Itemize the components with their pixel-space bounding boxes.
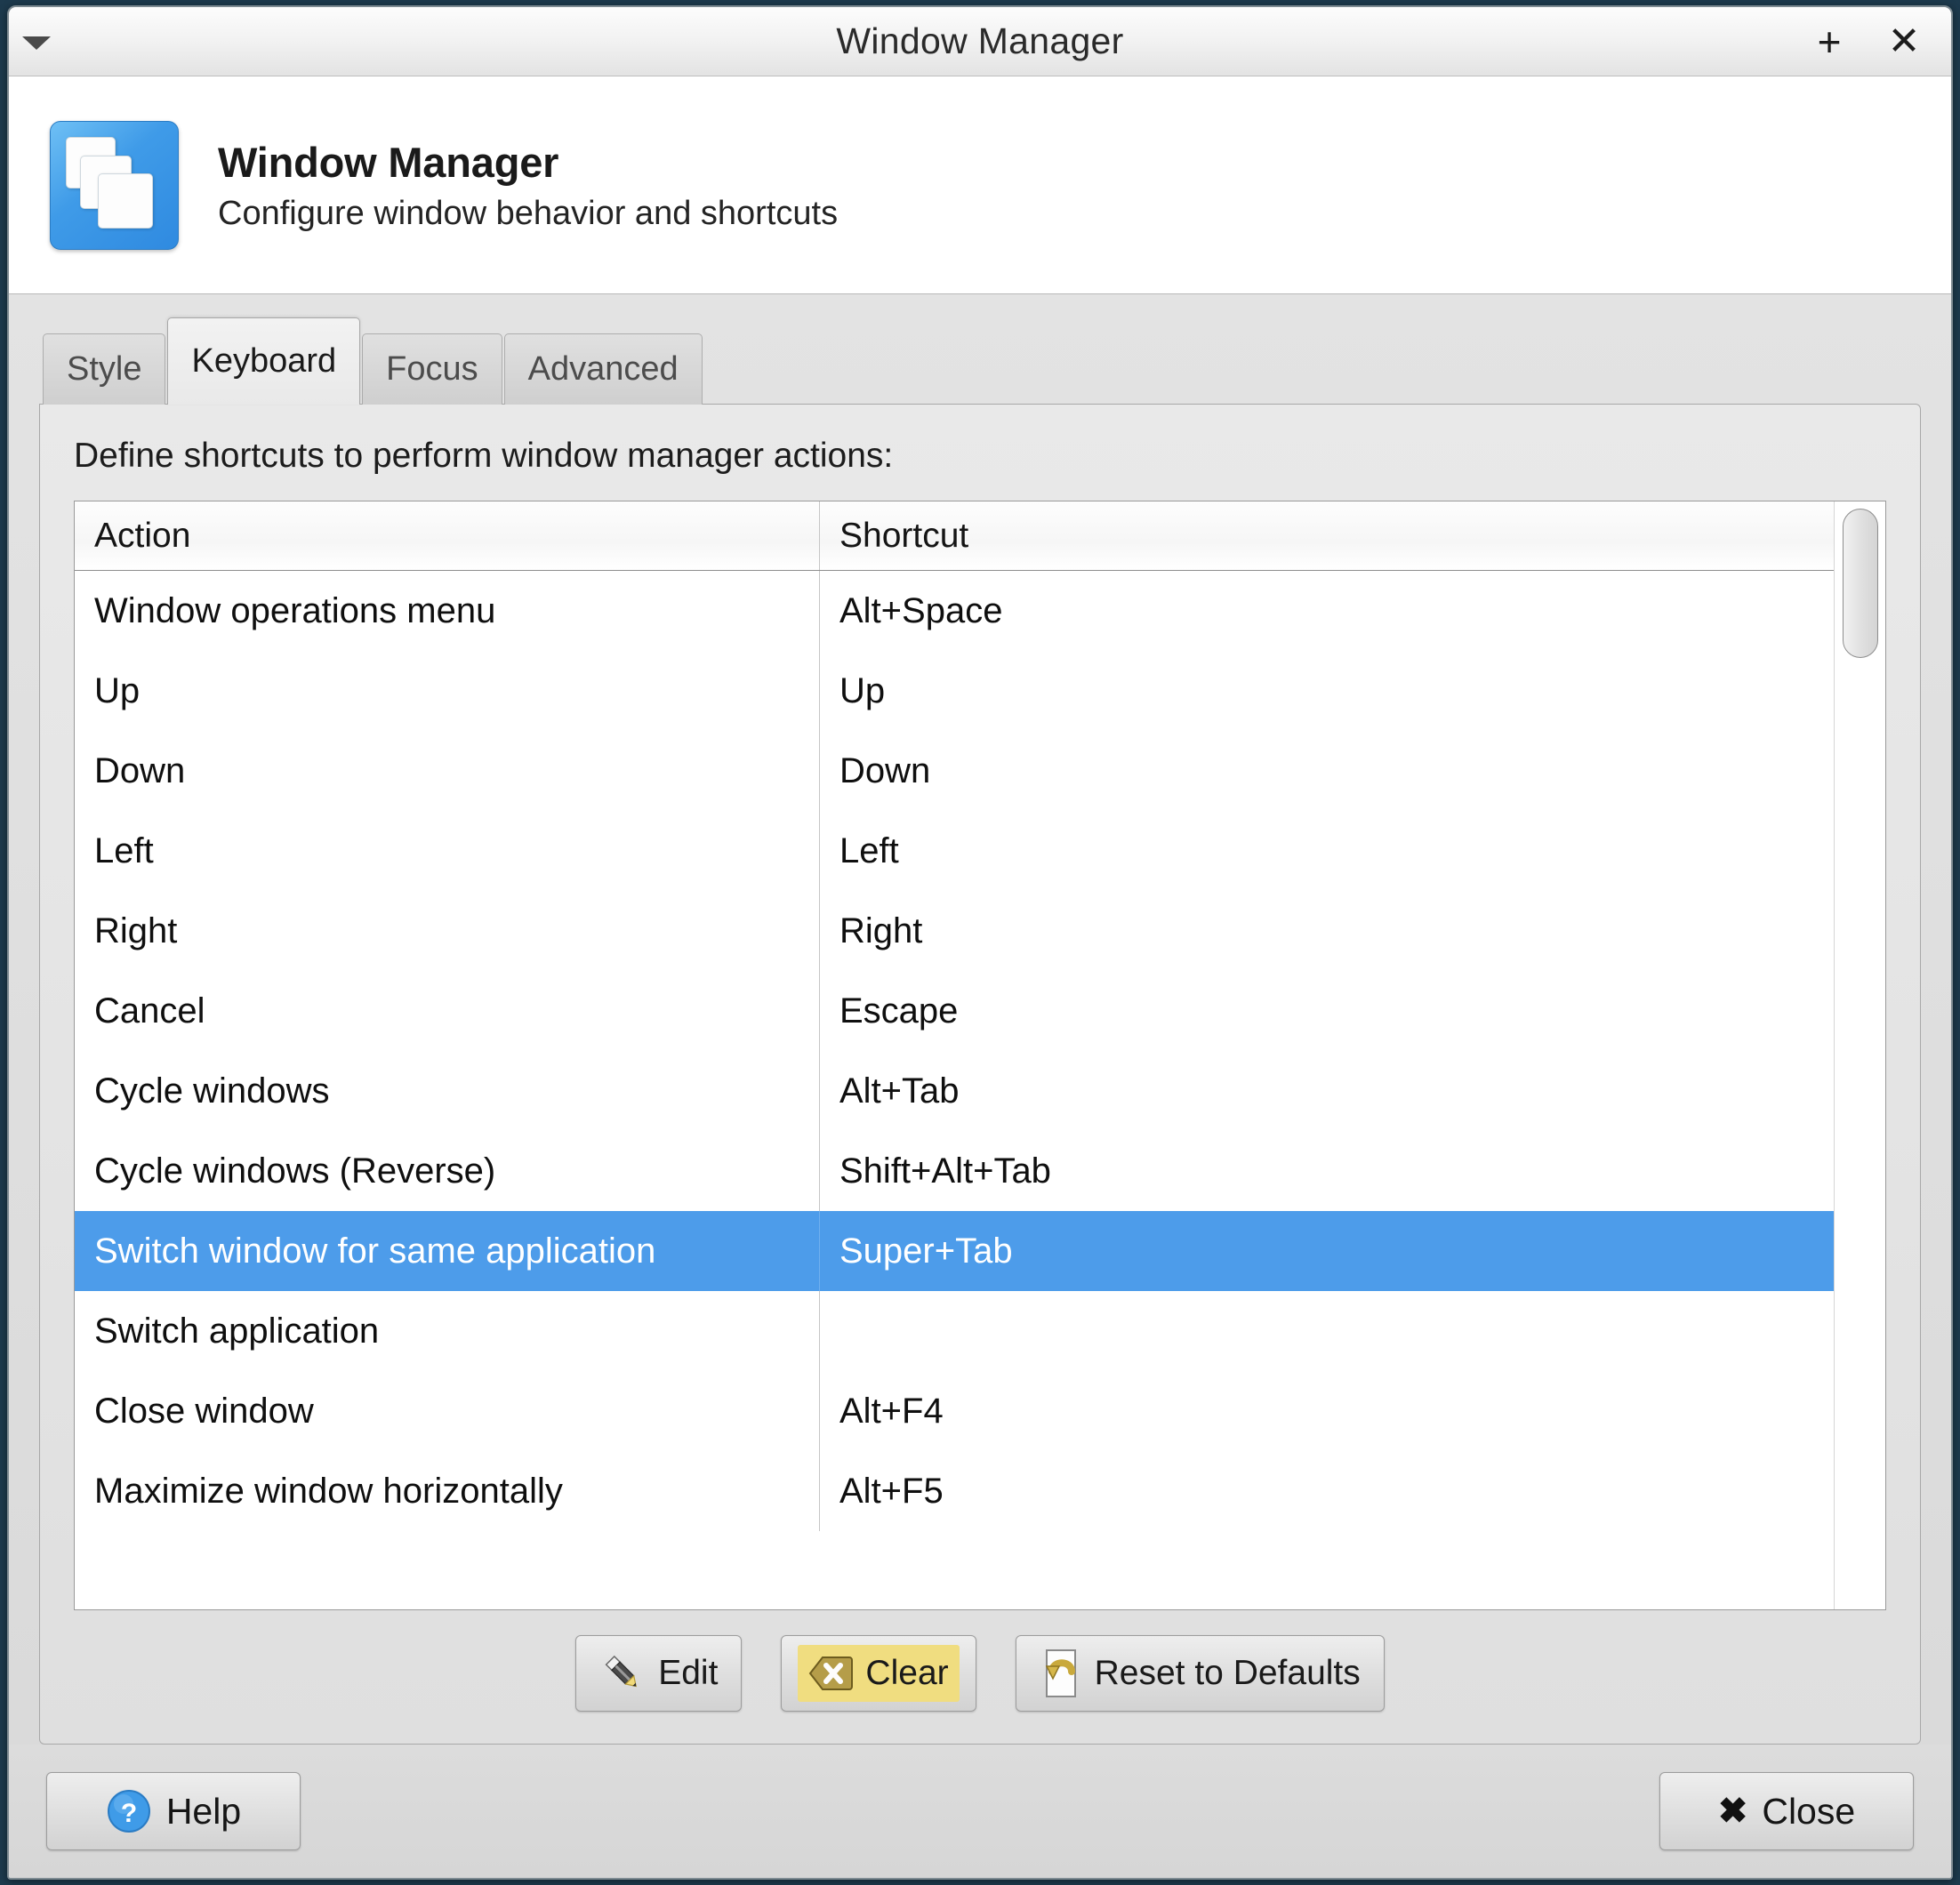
- table-scrollbar[interactable]: [1834, 501, 1885, 1609]
- page-subtitle: Configure window behavior and shortcuts: [218, 194, 839, 232]
- shortcuts-table-main: Action Shortcut Window operations menu Al…: [75, 501, 1834, 1609]
- page-title: Window Manager: [218, 138, 559, 186]
- clear-button-focus-highlight: Clear: [798, 1645, 960, 1702]
- clear-button[interactable]: Clear: [781, 1635, 976, 1712]
- table-scrollbar-thumb[interactable]: [1843, 509, 1878, 658]
- table-cell-shortcut: Left: [839, 830, 899, 870]
- table-row[interactable]: Maximize window horizontally Alt+F5: [75, 1451, 1834, 1531]
- table-cell-action: Switch window for same application: [75, 1211, 820, 1291]
- table-cell-action: Maximize window horizontally: [75, 1451, 820, 1531]
- table-cell-shortcut: Super+Tab: [839, 1231, 1013, 1271]
- clear-button-label: Clear: [865, 1654, 949, 1692]
- window-icon-layer-front: [98, 172, 153, 229]
- table-cell-action: Down: [75, 731, 820, 811]
- table-row[interactable]: Left Left: [75, 811, 1834, 891]
- table-cell-shortcut: Down: [839, 750, 931, 790]
- table-header-row: Action Shortcut: [75, 501, 1834, 571]
- help-button-label: Help: [165, 1790, 242, 1832]
- tab-style[interactable]: Style: [43, 333, 166, 405]
- table-row[interactable]: Down Down: [75, 731, 1834, 811]
- tab-advanced[interactable]: Advanced: [503, 333, 703, 405]
- tabstrip: Style Keyboard Focus Advanced: [39, 317, 1921, 405]
- close-x-icon: ✖: [1717, 1792, 1748, 1831]
- table-cell-shortcut: Alt+Tab: [839, 1071, 960, 1111]
- table-cell-action: Switch application: [75, 1291, 820, 1371]
- clear-icon: [809, 1656, 854, 1690]
- table-cell-shortcut: Up: [839, 670, 886, 710]
- table-row[interactable]: Close window Alt+F4: [75, 1371, 1834, 1451]
- close-button-label: Close: [1762, 1790, 1856, 1832]
- table-row[interactable]: Switch window for same application Super+…: [75, 1211, 1834, 1291]
- titlebar: Window Manager + ✕: [9, 7, 1951, 76]
- body-area: Style Keyboard Focus Advanced Define sho…: [9, 294, 1951, 1745]
- reset-to-defaults-button[interactable]: Reset to Defaults: [1015, 1635, 1385, 1712]
- header-text: Window Manager Configure window behavior…: [218, 138, 838, 233]
- table-cell-action: Cycle windows: [75, 1051, 820, 1131]
- window-menu-button[interactable]: [9, 7, 64, 76]
- titlebar-title: Window Manager: [836, 20, 1124, 61]
- titlebar-buttons: + ✕: [1809, 7, 1924, 76]
- column-header-shortcut[interactable]: Shortcut: [820, 501, 1834, 570]
- window-manager-window: Window Manager + ✕ Window Manager Config…: [7, 5, 1953, 1880]
- table-cell-action: Close window: [75, 1371, 820, 1451]
- table-row[interactable]: Up Up: [75, 651, 1834, 731]
- close-window-button[interactable]: ✕: [1884, 21, 1924, 62]
- help-button[interactable]: ? Help: [46, 1772, 301, 1850]
- tab-keyboard[interactable]: Keyboard: [167, 317, 361, 405]
- chevron-down-icon: [22, 36, 51, 50]
- table-row[interactable]: Right Right: [75, 891, 1834, 971]
- table-cell-shortcut: Right: [839, 910, 923, 951]
- panel-description: Define shortcuts to perform window manag…: [74, 437, 894, 475]
- keyboard-tab-panel: Define shortcuts to perform window manag…: [39, 404, 1921, 1745]
- table-cell-shortcut: Alt+F4: [839, 1391, 944, 1431]
- table-row[interactable]: Cycle windows (Reverse) Shift+Alt+Tab: [75, 1131, 1834, 1211]
- table-cell-shortcut: Alt+F5: [839, 1471, 944, 1511]
- column-header-action[interactable]: Action: [75, 501, 820, 570]
- table-cell-action: Window operations menu: [75, 571, 820, 651]
- shortcuts-table: Action Shortcut Window operations menu Al…: [74, 501, 1886, 1610]
- reset-button-label: Reset to Defaults: [1094, 1654, 1361, 1692]
- header-banner: Window Manager Configure window behavior…: [9, 76, 1951, 294]
- shortcut-action-buttons: Edit Clear Reset to Defaults: [74, 1610, 1886, 1717]
- table-row[interactable]: Cycle windows Alt+Tab: [75, 1051, 1834, 1131]
- table-cell-shortcut: Alt+Space: [839, 590, 1003, 630]
- svg-text:?: ?: [121, 1799, 137, 1828]
- table-cell-shortcut: [820, 1291, 1834, 1371]
- table-cell-action: Left: [75, 811, 820, 891]
- table-row[interactable]: Window operations menu Alt+Space: [75, 571, 1834, 651]
- close-button[interactable]: ✖ Close: [1659, 1772, 1914, 1850]
- table-cell-shortcut: Escape: [839, 991, 959, 1031]
- edit-button-label: Edit: [658, 1654, 719, 1692]
- table-body: Window operations menu Alt+Space Up Up Down D…: [75, 571, 1834, 1609]
- table-cell-action: Cancel: [75, 971, 820, 1051]
- table-cell-action: Right: [75, 891, 820, 971]
- window-manager-icon: [50, 120, 179, 250]
- dialog-footer: ? Help ✖ Close: [9, 1745, 1951, 1878]
- tab-focus[interactable]: Focus: [362, 333, 502, 405]
- edit-button[interactable]: Edit: [575, 1635, 743, 1712]
- table-cell-action: Cycle windows (Reverse): [75, 1131, 820, 1211]
- table-cell-action: Up: [75, 651, 820, 731]
- question-mark-icon: ?: [107, 1790, 150, 1833]
- table-row[interactable]: Cancel Escape: [75, 971, 1834, 1051]
- maximize-button[interactable]: +: [1809, 21, 1850, 62]
- table-row[interactable]: Switch application: [75, 1291, 1834, 1371]
- table-cell-shortcut: Shift+Alt+Tab: [839, 1151, 1051, 1191]
- undo-icon: [1045, 1649, 1076, 1697]
- pencil-icon: [605, 1655, 638, 1688]
